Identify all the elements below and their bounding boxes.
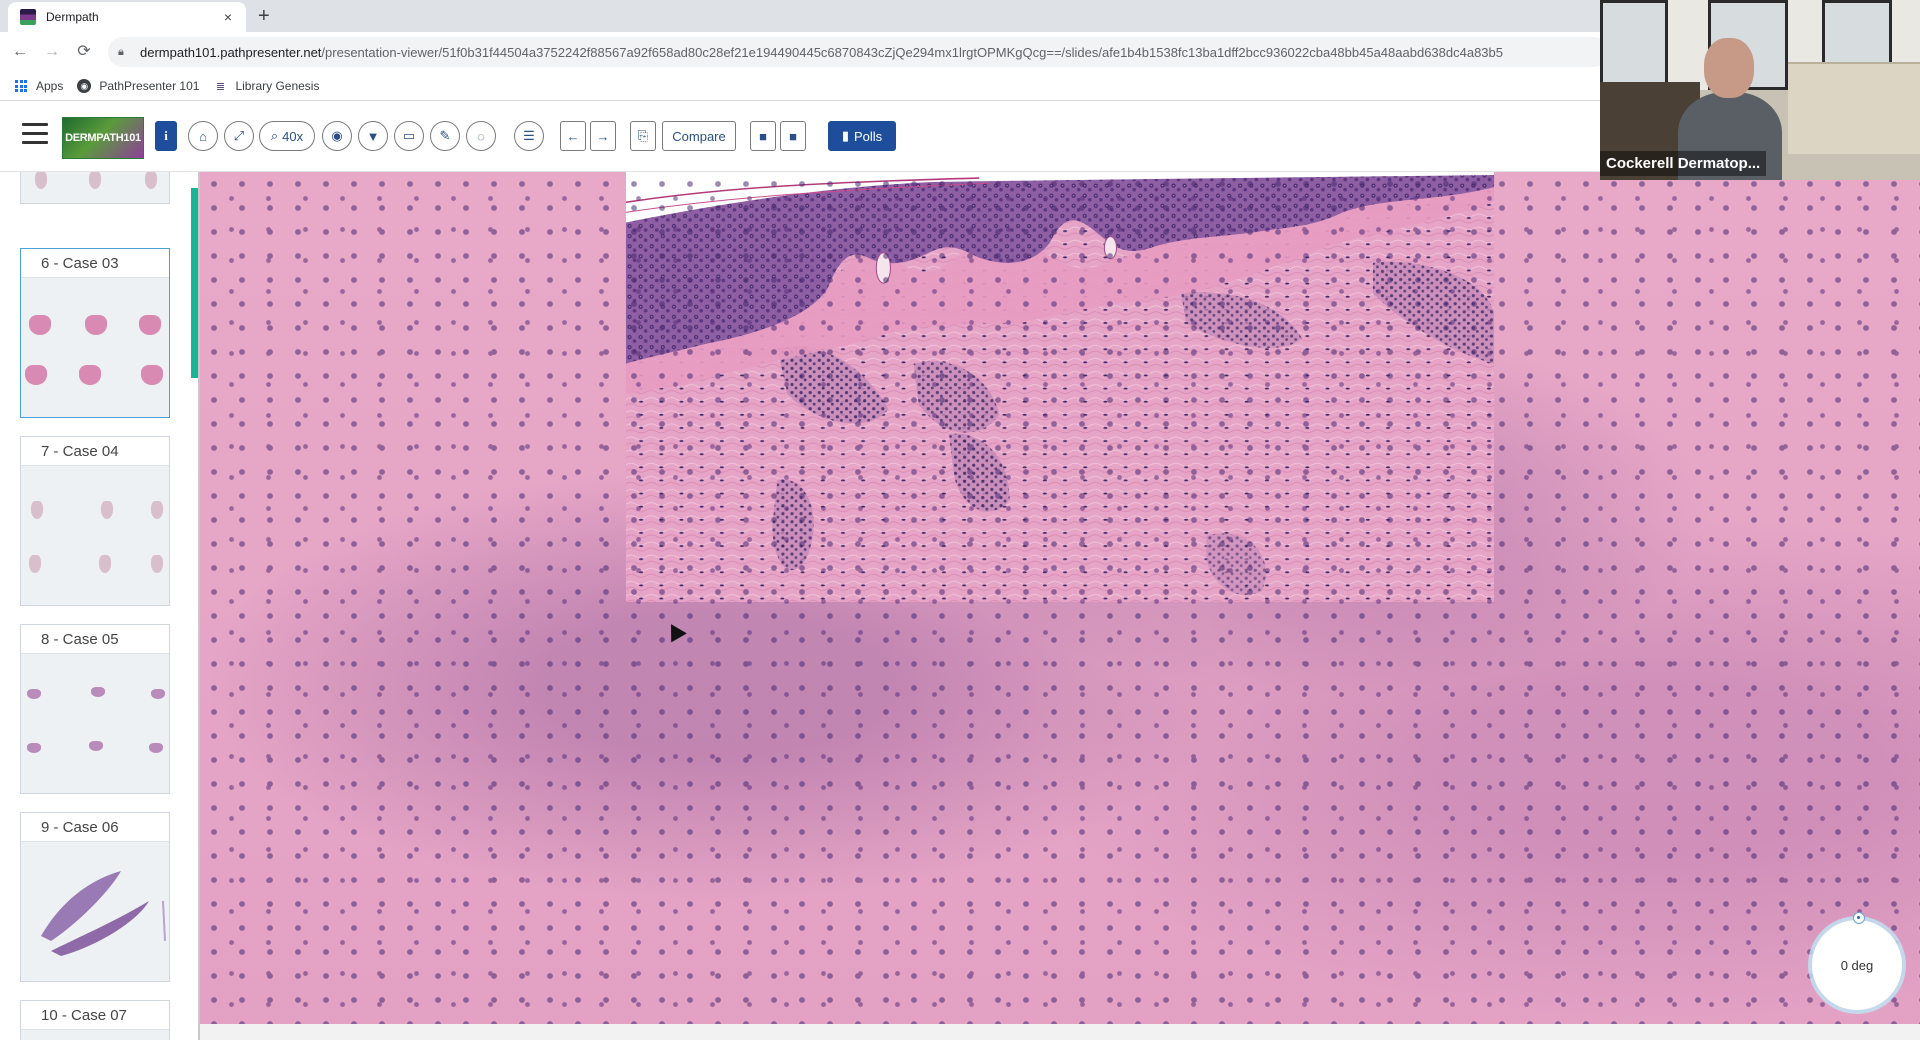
previous-slide-button[interactable]: ← (560, 121, 586, 151)
slide-card-label: 7 - Case 04 (21, 437, 169, 466)
slide-thumbnail (21, 465, 169, 605)
list-icon: ☰ (523, 128, 535, 143)
bookmark-library-genesis[interactable]: ≣ Library Genesis (213, 79, 320, 93)
rotate-button[interactable]: ◌ (466, 121, 496, 151)
tissue-section-thumbnail (41, 871, 166, 956)
snapshot-button[interactable]: ◉ (322, 121, 352, 151)
slide-card-case-06[interactable]: 9 - Case 06 (20, 812, 170, 982)
dermpath-logo: DERMPATH101 (62, 117, 144, 159)
info-button[interactable]: i (155, 121, 177, 151)
zoom-button[interactable]: ⌕ 40x (259, 121, 315, 151)
slide-card-partial[interactable] (20, 172, 170, 204)
tab-close-icon[interactable]: × (220, 9, 236, 25)
dermpath-favicon-icon (20, 9, 36, 25)
bookmark-apps[interactable]: Apps (14, 79, 63, 93)
list-button[interactable]: ☰ (514, 121, 544, 151)
video-camera-icon: ■ (759, 128, 767, 144)
expand-icon: ⤢ (233, 128, 245, 143)
sidebar-scrollbar[interactable] (191, 188, 198, 378)
slide-viewer-canvas[interactable] (200, 172, 1920, 1024)
compare-button[interactable]: Compare (662, 121, 736, 151)
reload-icon[interactable]: ⟳ (74, 42, 94, 62)
back-arrow-icon[interactable]: ← (10, 42, 30, 62)
next-slide-button[interactable]: → (590, 121, 616, 151)
video-background-window (1600, 0, 1668, 90)
presenter-head (1704, 38, 1754, 98)
globe-icon: ◉ (77, 79, 92, 93)
rotation-value: 0 deg (1840, 957, 1874, 973)
presenter-name-label: Cockerell Dermatop... (1600, 151, 1767, 176)
present-button[interactable]: ▭ (394, 121, 424, 151)
bookmark-label: PathPresenter 101 (99, 79, 200, 93)
slide-card-case-07[interactable]: 10 - Case 07 (20, 1000, 170, 1040)
presenter-video-tile[interactable]: Cockerell Dermatop... (1600, 0, 1920, 180)
bookmark-label: Library Genesis (235, 79, 320, 93)
filter-icon: ▼ (366, 128, 380, 144)
slide-thumbnail-sidebar: 6 - Case 03 7 - Case 04 8 - Case 05 9 - … (0, 172, 198, 1040)
browser-tab[interactable]: Dermpath × (8, 2, 246, 32)
lock-icon: 🔒︎ (118, 45, 124, 58)
url-path: /presentation-viewer/51f0b31f44504a37522… (321, 44, 1503, 60)
slide-thumbnail (21, 277, 169, 417)
slide-card-label: 9 - Case 06 (21, 813, 169, 842)
slide-card-case-03[interactable]: 6 - Case 03 (20, 248, 170, 418)
book-icon: ≣ (215, 80, 226, 93)
viewer-bottom-edge (200, 1024, 1920, 1040)
slide-thumbnail (21, 841, 169, 981)
annotate-button[interactable]: ✎ (430, 121, 460, 151)
slide-thumbnail (21, 172, 169, 203)
cell-nuclei-texture (200, 172, 1920, 1024)
apps-grid-icon (14, 79, 28, 93)
camera-icon: ◉ (331, 128, 343, 143)
tab-title: Dermpath (46, 10, 99, 24)
bookmark-label: Apps (36, 79, 64, 93)
bar-chart-icon: ▮ (841, 128, 849, 143)
stop-icon: ■ (789, 128, 797, 144)
polls-button[interactable]: ▮ Polls (828, 121, 896, 151)
bookmark-pathpresenter[interactable]: ◉ PathPresenter 101 (77, 79, 199, 93)
rotation-handle-icon[interactable] (1853, 912, 1865, 924)
pencil-icon: ✎ (439, 128, 451, 143)
slide-card-label: 8 - Case 05 (21, 625, 169, 654)
address-bar[interactable]: 🔒︎ dermpath101.pathpresenter.net/present… (108, 37, 1608, 67)
new-tab-button[interactable]: + (258, 4, 270, 28)
slide-card-label: 10 - Case 07 (21, 1001, 169, 1030)
rotation-dial[interactable]: 0 deg (1812, 920, 1902, 1010)
hamburger-menu-icon[interactable] (22, 123, 48, 147)
url-text: dermpath101.pathpresenter.net/presentati… (140, 45, 1503, 60)
video-button[interactable]: ■ (750, 121, 776, 151)
stop-button[interactable]: ■ (780, 121, 806, 151)
paperclip-icon: ⎘ (637, 128, 649, 143)
zoom-level: 40x (282, 128, 304, 144)
monitor-icon: ▭ (402, 128, 416, 143)
home-button[interactable]: ⌂ (188, 121, 218, 151)
magnifier-icon: ⌕ (270, 128, 279, 143)
slide-card-case-04[interactable]: 7 - Case 04 (20, 436, 170, 606)
arrow-left-icon: ← (566, 128, 580, 144)
home-icon: ⌂ (199, 128, 207, 144)
slide-thumbnail (21, 653, 169, 793)
slide-card-label: 6 - Case 03 (21, 249, 169, 278)
arrow-right-icon: → (596, 128, 610, 144)
circle-arrow-icon: ◌ (477, 128, 485, 144)
video-background-cabinet (1788, 62, 1920, 154)
attach-button[interactable]: ⎘ (630, 121, 656, 151)
fullscreen-button[interactable]: ⤢ (224, 121, 254, 151)
slide-card-case-05[interactable]: 8 - Case 05 (20, 624, 170, 794)
filter-button[interactable]: ▼ (358, 121, 388, 151)
url-host: dermpath101.pathpresenter.net (140, 44, 322, 60)
polls-label: Polls (853, 128, 883, 144)
forward-arrow-icon[interactable]: → (42, 42, 62, 62)
